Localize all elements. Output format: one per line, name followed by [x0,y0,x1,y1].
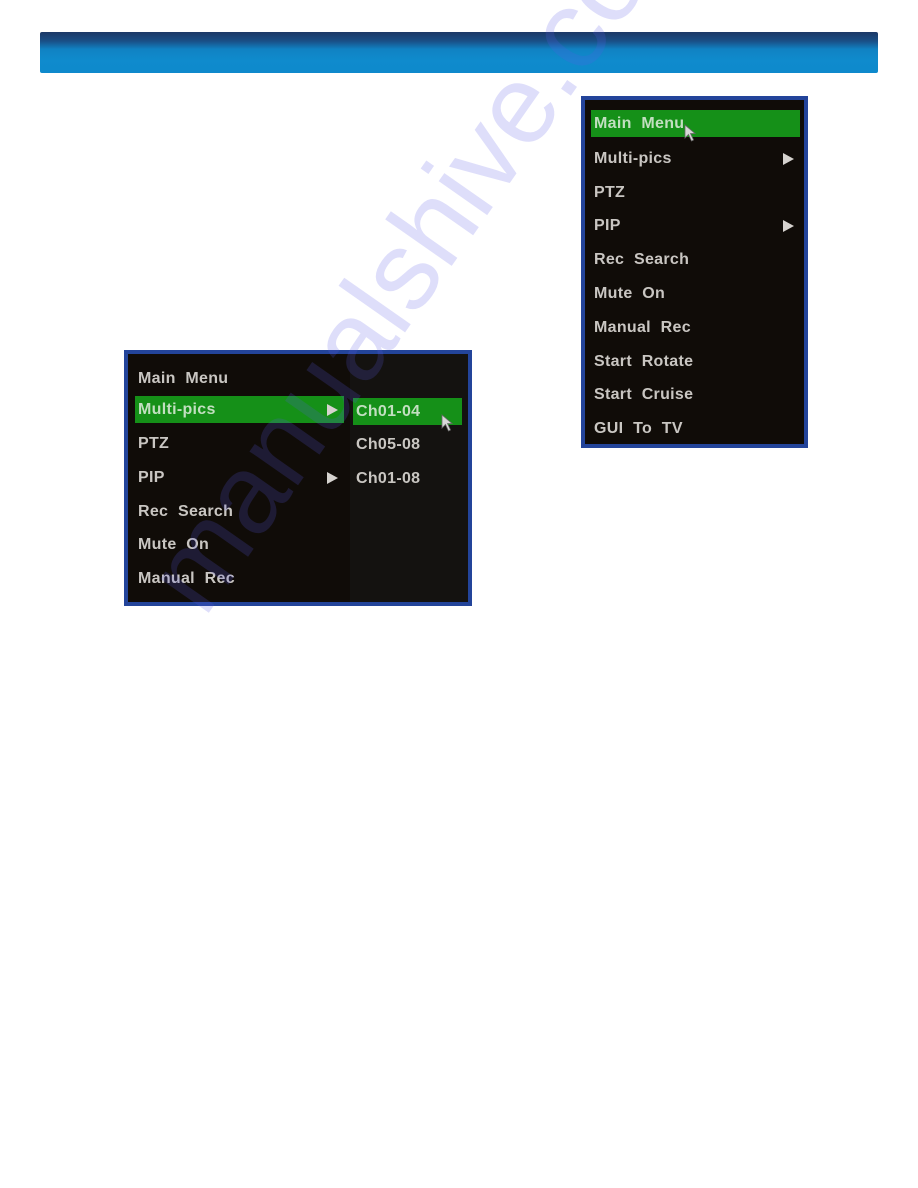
submenu-item-label: Ch01-08 [356,469,421,487]
menu-item-gui-to-tv[interactable]: GUI To TV [591,415,800,442]
menu-item-label: PIP [594,216,621,234]
menu-item-label: Start Rotate [594,352,694,370]
submenu-arrow-icon [327,471,338,484]
submenu-item-label: Ch05-08 [356,435,421,453]
menu-item-label: Manual Rec [138,569,235,587]
menu-item-main-menu[interactable]: Main Menu [135,365,344,392]
menu-item-rec-search[interactable]: Rec Search [591,246,800,273]
menu-item-mute-on[interactable]: Mute On [591,280,800,307]
menu-item-label: PTZ [138,434,170,452]
osd-menu-with-submenu: Main Menu Multi-pics PTZ PIP Rec Search … [124,350,472,606]
menu-item-label: Multi-pics [138,400,216,418]
menu-item-label: Mute On [138,535,210,553]
menu-item-multi-pics[interactable]: Multi-pics [135,396,344,423]
menu-item-ptz[interactable]: PTZ [591,179,800,206]
menu-item-mute-on[interactable]: Mute On [135,531,344,558]
submenu-arrow-icon [327,403,338,416]
submenu-item-ch01-08[interactable]: Ch01-08 [353,465,462,492]
menu-item-start-rotate[interactable]: Start Rotate [591,348,800,375]
menu-item-label: Main Menu [138,369,229,387]
menu-item-manual-rec[interactable]: Manual Rec [591,314,800,341]
menu-item-rec-search[interactable]: Rec Search [135,498,344,525]
mouse-pointer-icon [684,124,697,142]
submenu-item-label: Ch01-04 [356,402,421,420]
submenu-item-ch05-08[interactable]: Ch05-08 [353,431,462,458]
menu-item-pip[interactable]: PIP [135,464,344,491]
submenu-arrow-icon [783,152,794,165]
menu-item-multi-pics[interactable]: Multi-pics [591,145,800,172]
menu-item-label: Multi-pics [594,149,672,167]
menu-item-label: PIP [138,468,165,486]
mouse-pointer-icon [441,414,454,432]
menu-item-manual-rec[interactable]: Manual Rec [135,565,344,592]
menu-item-label: PTZ [594,183,626,201]
page-header-bar [40,32,878,73]
menu-item-label: Manual Rec [594,318,691,336]
menu-item-label: Main Menu [594,114,685,132]
menu-item-pip[interactable]: PIP [591,212,800,239]
submenu-arrow-icon [783,219,794,232]
menu-item-start-cruise[interactable]: Start Cruise [591,381,800,408]
menu-item-label: Rec Search [138,502,234,520]
menu-item-label: Rec Search [594,250,690,268]
osd-main-menu: Main Menu Multi-pics PTZ PIP Rec Search … [581,96,808,448]
menu-item-label: Start Cruise [594,385,694,403]
menu-item-label: Mute On [594,284,666,302]
menu-item-label: GUI To TV [594,419,683,437]
menu-item-ptz[interactable]: PTZ [135,430,344,457]
